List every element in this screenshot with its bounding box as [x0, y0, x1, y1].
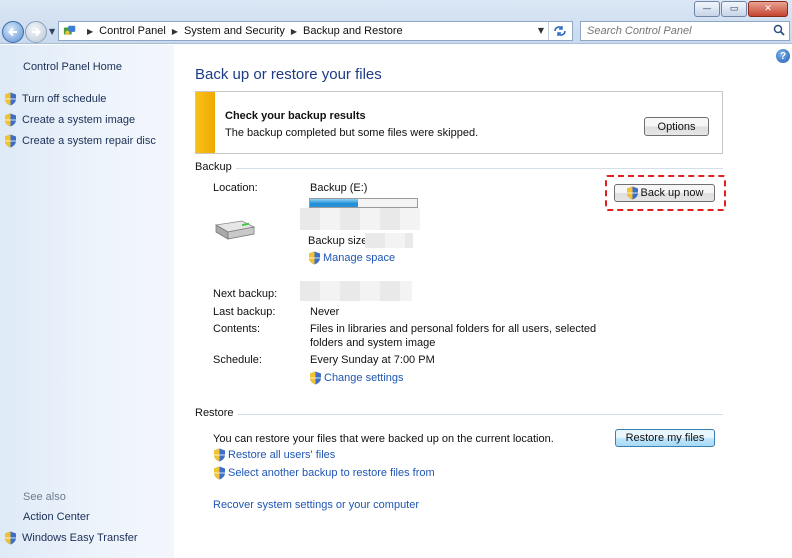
backup-section-heading: Backup	[195, 161, 232, 173]
location-label: Location:	[213, 182, 258, 194]
last-backup-label: Last backup:	[213, 306, 276, 318]
last-backup-value: Never	[310, 306, 340, 318]
section-divider	[238, 414, 723, 415]
restore-section-heading: Restore	[195, 407, 234, 419]
shield-icon	[5, 92, 16, 106]
search-input[interactable]	[581, 22, 761, 40]
contents-value-line1: Files in libraries and personal folders …	[310, 323, 597, 335]
shield-icon	[309, 251, 320, 265]
window-controls: — ▭ ✕	[694, 1, 788, 17]
options-button[interactable]: Options	[644, 117, 709, 136]
contents-value-line2: folders and system image	[310, 337, 436, 349]
back-button[interactable]	[2, 21, 24, 43]
address-dropdown-icon[interactable]: ▼	[538, 26, 544, 35]
help-icon[interactable]: ?	[776, 49, 790, 63]
breadcrumb-separator-icon[interactable]: ▶	[291, 27, 297, 36]
manage-space-label: Manage space	[323, 252, 396, 264]
breadcrumb-backup-and-restore[interactable]: Backup and Restore	[303, 25, 403, 37]
breadcrumb-system-and-security[interactable]: System and Security	[184, 25, 285, 37]
minimize-button[interactable]: —	[694, 1, 720, 17]
redacted-drive-info	[300, 208, 420, 230]
breadcrumb-separator-icon[interactable]: ▶	[87, 27, 93, 36]
sidebar-item-label: Create a system repair disc	[22, 135, 156, 147]
select-another-backup-link[interactable]: Select another backup to restore files f…	[213, 466, 435, 480]
forward-button[interactable]	[25, 21, 47, 43]
sidebar-item-label: Turn off schedule	[22, 93, 107, 105]
change-settings-link[interactable]: Change settings	[309, 371, 404, 385]
notice-title: Check your backup results	[225, 110, 366, 122]
next-backup-label: Next backup:	[213, 288, 278, 300]
shield-icon	[214, 466, 225, 480]
address-bar[interactable]: ▶ Control Panel ▶ System and Security ▶ …	[58, 21, 573, 41]
breadcrumb-separator-icon[interactable]: ▶	[172, 27, 178, 36]
page-title: Back up or restore your files	[195, 66, 382, 83]
shield-icon	[310, 371, 321, 385]
sidebar-item-windows-easy-transfer[interactable]: Windows Easy Transfer	[4, 531, 138, 545]
see-also-heading: See also	[23, 491, 66, 503]
backup-results-notice: Check your backup results The backup com…	[195, 91, 723, 154]
sidebar-item-turn-off-schedule[interactable]: Turn off schedule	[4, 92, 106, 106]
backup-size-label: Backup size:	[308, 235, 371, 247]
shield-icon	[5, 134, 16, 148]
refresh-button[interactable]	[548, 22, 570, 40]
restore-all-users-files-link[interactable]: Restore all users' files	[213, 448, 335, 462]
shield-icon	[5, 531, 16, 545]
schedule-value: Every Sunday at 7:00 PM	[310, 354, 435, 366]
refresh-icon	[553, 26, 566, 36]
schedule-label: Schedule:	[213, 354, 262, 366]
close-button[interactable]: ✕	[748, 1, 788, 17]
main-content: ? Back up or restore your files Check yo…	[174, 45, 792, 558]
forward-arrow-icon	[32, 27, 41, 37]
breadcrumb-control-panel[interactable]: Control Panel	[99, 25, 166, 37]
sidebar-item-label: Windows Easy Transfer	[22, 532, 138, 544]
recover-system-settings-link[interactable]: Recover system settings or your computer	[213, 499, 419, 511]
restore-description: You can restore your files that were bac…	[213, 433, 554, 445]
restore-my-files-button[interactable]: Restore my files	[615, 429, 715, 447]
window-chrome: — ▭ ✕ ▼ ▶ Control Panel ▶ System and Sec…	[0, 0, 792, 44]
search-box[interactable]	[580, 21, 790, 41]
hard-drive-icon	[214, 220, 256, 240]
redacted-next-backup	[300, 281, 412, 301]
drive-usage-bar	[309, 198, 418, 208]
shield-icon	[214, 448, 225, 462]
maximize-button[interactable]: ▭	[721, 1, 747, 17]
notice-text: The backup completed but some files were…	[225, 127, 479, 139]
restore-all-users-files-label: Restore all users' files	[228, 449, 336, 461]
sidebar-item-label: Control Panel Home	[23, 61, 123, 73]
change-settings-label: Change settings	[324, 372, 404, 384]
drive-usage-fill	[310, 199, 359, 207]
select-another-backup-label: Select another backup to restore files f…	[228, 467, 435, 479]
location-value: Backup (E:)	[310, 182, 368, 194]
back-arrow-icon	[8, 27, 17, 37]
sidebar-item-action-center[interactable]: Action Center	[23, 511, 90, 523]
warning-bar	[196, 92, 215, 153]
section-divider	[236, 168, 723, 169]
recent-pages-dropdown[interactable]: ▼	[49, 27, 55, 36]
contents-label: Contents:	[213, 323, 261, 335]
manage-space-link[interactable]: Manage space	[308, 251, 395, 265]
sidebar-item-create-system-repair-disc[interactable]: Create a system repair disc	[4, 134, 156, 148]
control-panel-icon	[63, 24, 77, 38]
sidebar-item-control-panel-home[interactable]: Control Panel Home	[23, 61, 122, 73]
redacted-backup-size	[365, 233, 413, 248]
sidebar-item-label: Action Center	[23, 511, 90, 523]
shield-icon	[5, 113, 16, 127]
highlight-box	[605, 175, 726, 211]
sidebar-item-create-system-image[interactable]: Create a system image	[4, 113, 135, 127]
sidebar: Control Panel Home Turn off schedule Cre…	[0, 45, 174, 558]
sidebar-item-label: Create a system image	[22, 114, 136, 126]
search-icon[interactable]	[773, 24, 785, 36]
